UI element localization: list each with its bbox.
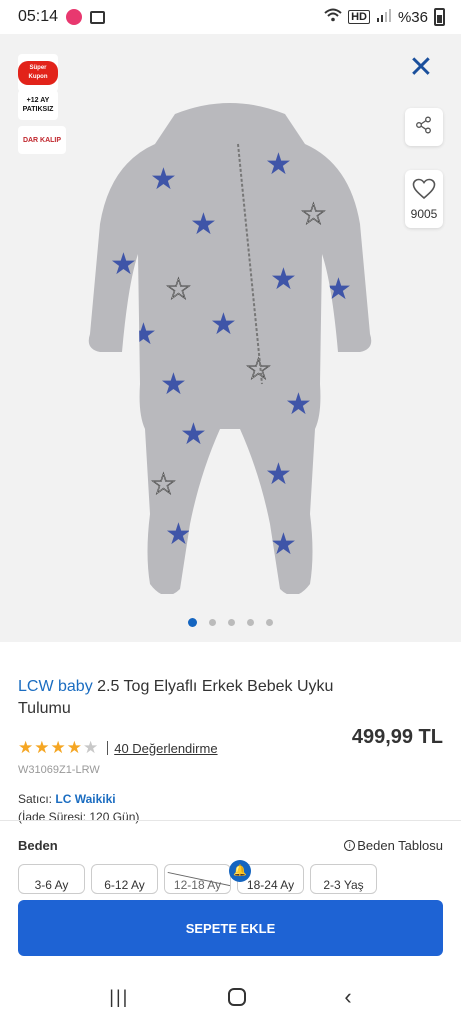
pagination-dot[interactable] bbox=[228, 619, 235, 626]
signal-icon bbox=[376, 8, 392, 26]
pagination-dot[interactable] bbox=[209, 619, 216, 626]
size-title: Beden bbox=[18, 838, 58, 853]
svg-text:★: ★ bbox=[110, 247, 137, 282]
divider bbox=[107, 741, 109, 755]
product-sku: W31069Z1-LRW bbox=[18, 764, 100, 776]
close-icon[interactable]: ✕ bbox=[407, 53, 435, 83]
dar-kalip-badge: DAR KALIP bbox=[18, 126, 66, 154]
reviews-link[interactable]: 40 Değerlendirme bbox=[114, 741, 217, 756]
add-to-cart-button[interactable]: SEPETE EKLE bbox=[18, 900, 443, 956]
svg-text:★: ★ bbox=[210, 307, 237, 342]
seller-row: Satıcı: LC Waikiki bbox=[18, 792, 443, 806]
product-details: LCW baby 2.5 Tog Elyaflı Erkek Bebek Uyk… bbox=[0, 642, 461, 894]
svg-text:☆: ☆ bbox=[165, 272, 192, 307]
notification-icon bbox=[66, 9, 83, 25]
wifi-icon bbox=[324, 8, 342, 26]
size-option[interactable]: 6-12 Ay bbox=[91, 864, 158, 894]
return-period: (İade Süresi: 120 Gün) bbox=[18, 810, 140, 824]
size-option[interactable]: 2-3 Yaş bbox=[310, 864, 377, 894]
share-icon bbox=[415, 116, 433, 139]
status-bar: 05:14 HD %36 bbox=[0, 0, 461, 34]
size-header: Beden i Beden Tablosu bbox=[18, 838, 443, 853]
svg-text:★: ★ bbox=[265, 147, 292, 182]
patiksiz-badge: +12 AY PATIKSIZ bbox=[18, 90, 58, 120]
svg-text:★: ★ bbox=[265, 457, 292, 492]
svg-text:★: ★ bbox=[165, 517, 192, 552]
svg-text:★: ★ bbox=[180, 417, 207, 452]
separator bbox=[0, 820, 461, 821]
status-right: HD %36 bbox=[324, 8, 445, 26]
battery-icon bbox=[434, 8, 445, 26]
svg-text:☆: ☆ bbox=[245, 352, 272, 387]
svg-text:★: ★ bbox=[285, 387, 312, 422]
battery-text: %36 bbox=[397, 8, 428, 26]
svg-text:★: ★ bbox=[190, 207, 217, 242]
svg-text:☆: ☆ bbox=[300, 197, 327, 232]
price: 499,99 TL bbox=[351, 726, 443, 748]
home-icon[interactable] bbox=[227, 988, 246, 1006]
super-kupon-badge: Süper Kupon bbox=[18, 54, 58, 92]
gallery-icon bbox=[90, 10, 106, 24]
navigation-bar: ||| ‹ bbox=[0, 970, 461, 1024]
size-table-link[interactable]: i Beden Tablosu bbox=[344, 838, 443, 853]
back-icon[interactable]: ‹ bbox=[344, 984, 351, 1010]
size-option[interactable]: 3-6 Ay bbox=[18, 864, 85, 894]
product-title: LCW baby 2.5 Tog Elyaflı Erkek Bebek Uyk… bbox=[18, 676, 348, 720]
favorite-button[interactable]: 9005 bbox=[405, 170, 443, 228]
pagination-dot[interactable] bbox=[188, 618, 197, 627]
share-button[interactable] bbox=[405, 108, 443, 146]
svg-text:★: ★ bbox=[270, 527, 297, 562]
hd-icon: HD bbox=[348, 10, 370, 24]
pagination-dot[interactable] bbox=[266, 619, 273, 626]
svg-text:☆: ☆ bbox=[150, 467, 177, 502]
seller-link[interactable]: LC Waikiki bbox=[55, 792, 115, 806]
size-table-label: Beden Tablosu bbox=[357, 838, 443, 853]
status-left: 05:14 bbox=[18, 8, 106, 26]
recents-icon[interactable]: ||| bbox=[109, 987, 129, 1008]
svg-text:★: ★ bbox=[270, 262, 297, 297]
seller-label: Satıcı: bbox=[18, 792, 53, 806]
bell-icon[interactable]: 🔔 bbox=[229, 860, 251, 882]
image-pagination bbox=[0, 618, 461, 627]
svg-text:★: ★ bbox=[160, 367, 187, 402]
super-kupon-label: Süper Kupon bbox=[18, 61, 58, 85]
brand-link[interactable]: LCW baby bbox=[18, 678, 93, 695]
rating-stars: ★★★★★ bbox=[18, 738, 100, 757]
size-options: 3-6 Ay 6-12 Ay 12-18 Ay 18-24 Ay 2-3 Yaş bbox=[18, 864, 377, 894]
pagination-dot[interactable] bbox=[247, 619, 254, 626]
svg-text:★: ★ bbox=[325, 272, 352, 307]
size-option-unavailable[interactable]: 12-18 Ay bbox=[164, 864, 231, 894]
svg-text:★: ★ bbox=[130, 317, 157, 352]
product-image: ★ ★ ★ ☆ ★ ☆ ★ ★ ★ ★ ☆ ★ ★ ★ ☆ ★ ★ ★ bbox=[88, 103, 372, 594]
info-icon: i bbox=[344, 840, 356, 851]
heart-icon bbox=[412, 178, 436, 205]
svg-text:★: ★ bbox=[150, 162, 177, 197]
favorite-count: 9005 bbox=[410, 206, 438, 221]
status-time: 05:14 bbox=[18, 8, 59, 25]
product-image-gallery[interactable]: Süper Kupon +12 AY PATIKSIZ DAR KALIP ✕ … bbox=[0, 34, 461, 642]
